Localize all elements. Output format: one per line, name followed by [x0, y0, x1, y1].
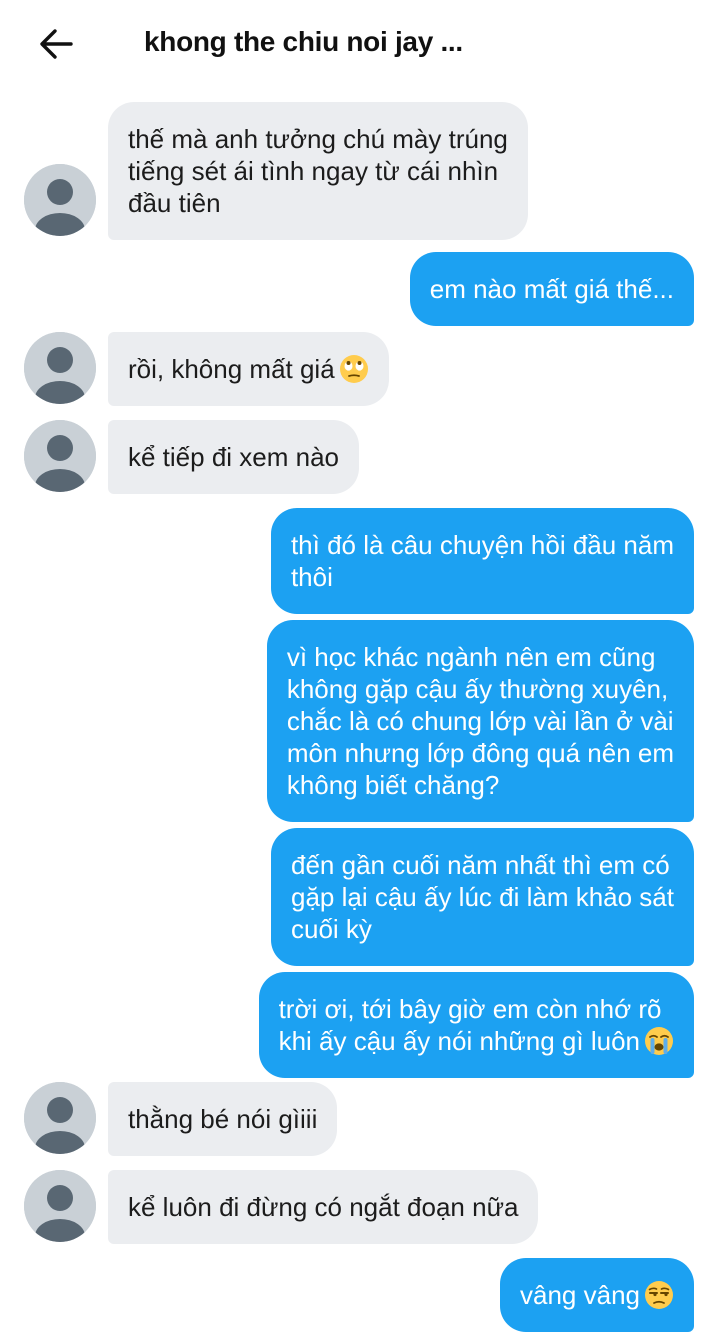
message-bubble-outgoing[interactable]: thì đó là câu chuyện hồi đầu năm thôi [270, 508, 694, 614]
message-text: em nào mất giá thế... [429, 274, 674, 304]
message-text: không gặp cậu ấy thường xuyên, [286, 674, 669, 704]
message-text: kể tiếp đi xem nào [128, 442, 340, 472]
message-text: trời ơi, tới bây giờ em còn nhớ rõ [278, 994, 662, 1024]
contact-avatar[interactable] [24, 1170, 96, 1242]
message-text: vì học khác ngành nên em cũng [286, 642, 656, 672]
crying-emoji-icon [645, 1027, 673, 1055]
contact-avatar[interactable] [24, 332, 96, 404]
message-bubble-outgoing[interactable]: đến gần cuối năm nhất thì em có gặp lại … [271, 828, 694, 966]
eye-roll-emoji-icon [339, 355, 368, 383]
message-bubble-incoming[interactable]: kể luôn đi đừng có ngắt đoạn nữa [108, 1170, 539, 1244]
message-bubble-incoming[interactable]: thằng bé nói gìiii [108, 1082, 338, 1156]
contact-avatar[interactable] [24, 164, 96, 236]
chat-screen: khong the chiu noi jay ... thế mà anh tư… [0, 0, 716, 1332]
message-text: chắc là có chung lớp vài lần ở vài [286, 706, 674, 736]
message-text: môn nhưng lớp đông quá nên em [286, 738, 674, 768]
message-text: kể luôn đi đừng có ngắt đoạn nữa [128, 1192, 519, 1222]
chat-header: khong the chiu noi jay ... [0, 0, 716, 90]
message-text: thì đó là câu chuyện hồi đầu năm [290, 530, 674, 560]
back-button[interactable] [34, 22, 78, 66]
message-text: đầu tiên [128, 188, 221, 218]
message-text: khi ấy cậu ấy nói những gì luôn [278, 1026, 640, 1056]
message-text: đến gần cuối năm nhất thì em có [291, 850, 670, 880]
message-bubble-outgoing[interactable]: trời ơi, tới bây giờ em còn nhớ rõ khi ấ… [258, 972, 694, 1078]
contact-avatar[interactable] [24, 1082, 96, 1154]
message-text: thôi [290, 562, 333, 592]
message-text: vâng vâng [520, 1280, 640, 1310]
message-text: rồi, không mất giá [128, 354, 335, 384]
message-text: cuối kỳ [291, 914, 372, 944]
message-text: thế mà anh tưởng chú mày trúng [128, 124, 508, 154]
message-bubble-outgoing[interactable]: vì học khác ngành nên em cũng không gặp … [266, 620, 694, 822]
conversation-title: khong the chiu noi jay ... [144, 26, 463, 57]
message-text: gặp lại cậu ấy lúc đi làm khảo sát [291, 882, 674, 912]
message-bubble-incoming[interactable]: rồi, không mất giá [108, 332, 389, 406]
unamused-emoji-icon [645, 1281, 673, 1309]
arrow-left-icon [40, 29, 73, 59]
message-text: không biết chăng? [286, 770, 500, 800]
message-text: thằng bé nói gìiii [128, 1104, 318, 1134]
contact-avatar[interactable] [24, 420, 96, 492]
message-bubble-incoming[interactable]: kể tiếp đi xem nào [108, 420, 360, 494]
message-text: tiếng sét ái tình ngay từ cái nhìn [128, 156, 499, 186]
message-bubble-outgoing[interactable]: em nào mất giá thế... [409, 252, 694, 326]
message-bubble-outgoing[interactable]: vâng vâng [500, 1258, 694, 1332]
message-bubble-incoming[interactable]: thế mà anh tưởng chú mày trúng tiếng sét… [108, 102, 528, 240]
